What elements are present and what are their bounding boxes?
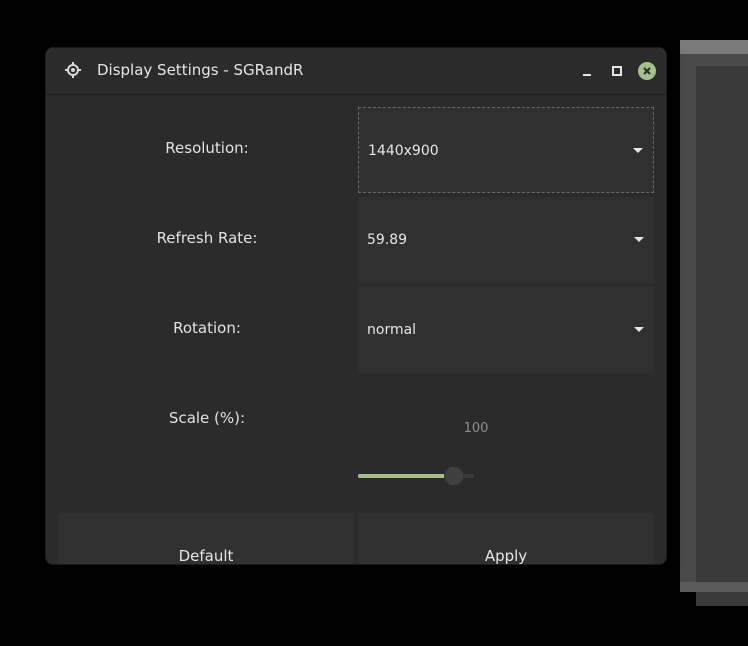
titlebar[interactable]: Display Settings - SGRandR [46, 48, 666, 95]
minimize-icon [583, 74, 591, 76]
refresh-rate-dropdown[interactable]: 59.89 [358, 197, 654, 283]
resolution-dropdown[interactable]: 1440x900 [358, 107, 654, 193]
desktop: Display Settings - SGRandR Resolution: 1 [0, 0, 748, 646]
gear-icon [65, 62, 81, 78]
resolution-label: Resolution: [165, 139, 249, 157]
default-button[interactable]: Default [58, 513, 354, 564]
background-window-titlebar [680, 40, 748, 54]
minimize-button[interactable] [578, 62, 596, 80]
maximize-button[interactable] [608, 62, 626, 80]
scale-label: Scale (%): [168, 409, 246, 427]
rotation-dropdown[interactable]: normal [358, 287, 654, 373]
settings-form: Resolution: 1440x900 Refresh Rate: 59.89… [46, 95, 666, 564]
chevron-down-icon [633, 148, 643, 153]
resolution-value: 1440x900 [368, 143, 439, 159]
close-icon [638, 62, 656, 80]
display-settings-window: Display Settings - SGRandR Resolution: 1 [46, 48, 666, 564]
maximize-icon [612, 66, 622, 76]
chevron-down-icon [634, 237, 644, 242]
window-title: Display Settings - SGRandR [97, 61, 304, 79]
apply-button[interactable]: Apply [358, 513, 654, 564]
close-button[interactable] [638, 62, 656, 80]
scale-value: 100 [463, 421, 489, 436]
refresh-rate-value: 59.89 [367, 232, 408, 248]
rotation-label: Rotation: [173, 319, 241, 337]
rotation-value: normal [367, 322, 417, 338]
slider-handle[interactable] [445, 467, 463, 485]
scale-slider[interactable] [358, 465, 654, 487]
background-window-body [696, 66, 748, 606]
refresh-rate-label: Refresh Rate: [156, 229, 258, 247]
background-window[interactable] [680, 40, 748, 606]
slider-fill [358, 474, 454, 478]
background-window-bottom-edge [680, 582, 748, 592]
chevron-down-icon [634, 327, 644, 332]
